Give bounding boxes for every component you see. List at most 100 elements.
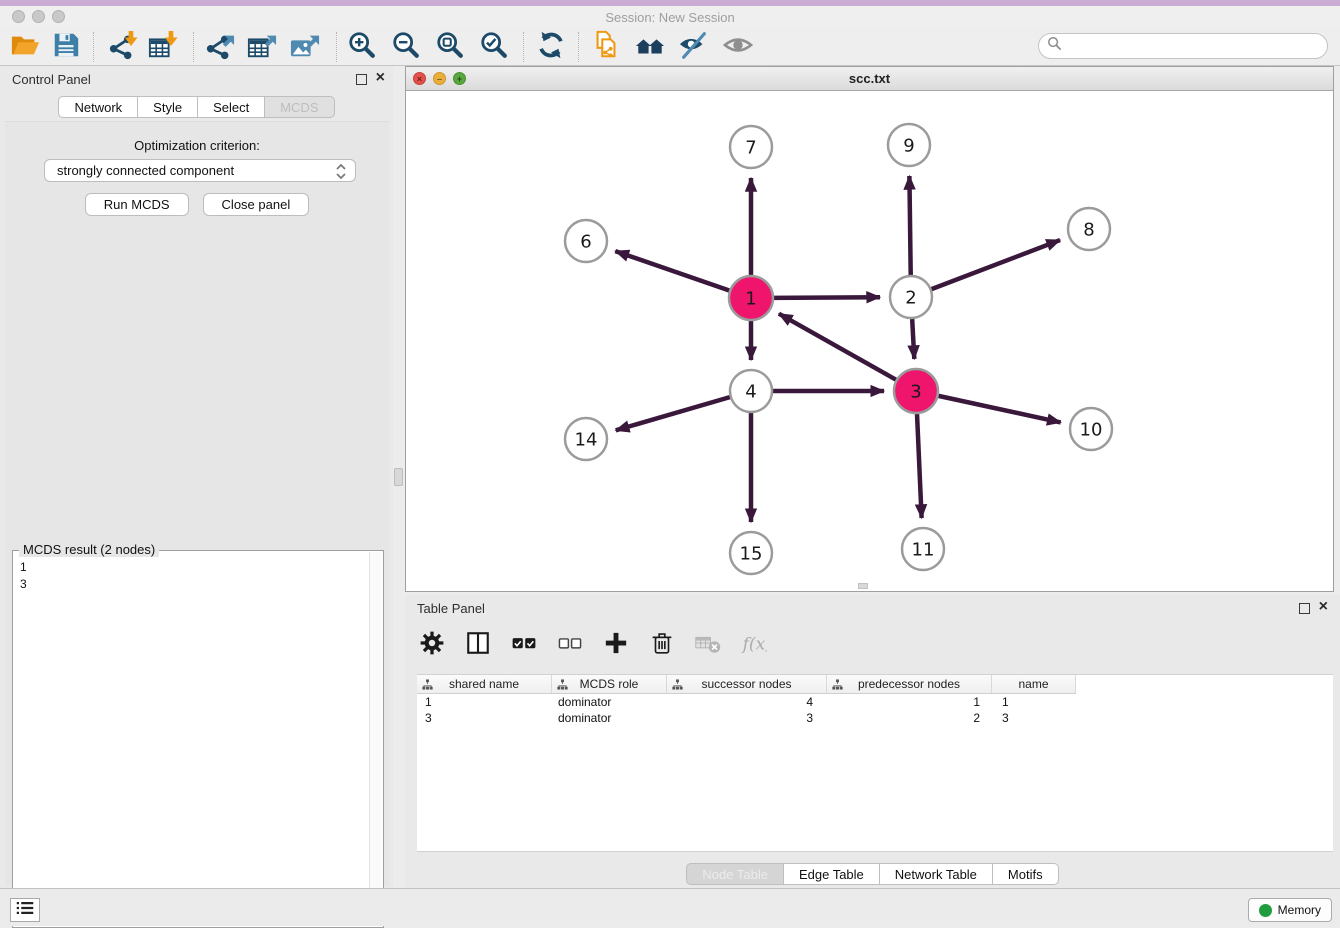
toolbar-separator (336, 32, 337, 62)
tab-network[interactable]: Network (58, 96, 138, 118)
save-session-button[interactable] (47, 31, 85, 63)
table-cell[interactable]: 1 (827, 694, 992, 710)
zoom-in-button[interactable] (343, 31, 381, 63)
memory-button[interactable]: Memory (1248, 898, 1332, 922)
table-cell[interactable]: dominator (552, 694, 667, 710)
graph-node-8[interactable]: 8 (1068, 208, 1110, 250)
first-neighbors-button[interactable] (631, 31, 669, 63)
graph-node-14[interactable]: 14 (565, 418, 607, 460)
show-all-icon (723, 30, 753, 65)
graph-edge-2-9[interactable] (909, 176, 910, 275)
column-header-predecessor-nodes[interactable]: predecessor nodes (827, 675, 992, 694)
tab-motifs[interactable]: Motifs (993, 863, 1059, 885)
zoom-out-button[interactable] (387, 31, 425, 63)
delete-row-button[interactable] (647, 630, 677, 660)
svg-text:4: 4 (745, 382, 756, 403)
hide-selected-button[interactable] (675, 31, 713, 63)
graph-node-7[interactable]: 7 (730, 126, 772, 168)
tab-network-table[interactable]: Network Table (880, 863, 993, 885)
import-network-button[interactable] (104, 31, 142, 63)
table-cell[interactable]: 3 (667, 710, 827, 726)
graph-node-15[interactable]: 15 (730, 532, 772, 574)
close-panel-button[interactable]: Close panel (203, 193, 310, 216)
column-header-name[interactable]: name (992, 675, 1076, 694)
table-cell[interactable]: 3 (992, 710, 1076, 726)
first-neighbors-icon (635, 30, 665, 65)
svg-text:14: 14 (575, 430, 598, 451)
graph-node-4[interactable]: 4 (730, 370, 772, 412)
column-header-MCDS-role[interactable]: MCDS role (552, 675, 667, 694)
task-history-button[interactable] (10, 898, 40, 922)
import-table-button[interactable] (144, 31, 182, 63)
tab-node-table[interactable]: Node Table (686, 863, 784, 885)
table-cell[interactable]: 2 (827, 710, 992, 726)
search-input[interactable] (1066, 39, 1316, 54)
graph-edge-1-2[interactable] (774, 297, 880, 298)
export-image-icon (290, 30, 320, 65)
graph-node-3[interactable]: 3 (894, 369, 938, 413)
network-hscroll-thumb[interactable] (858, 583, 868, 589)
graph-edge-4-14[interactable] (616, 397, 730, 430)
control-panel-title: Control Panel (12, 72, 91, 87)
control-panel-header: Control Panel × (0, 66, 393, 94)
tab-mcds[interactable]: MCDS (265, 96, 334, 118)
graph-node-10[interactable]: 10 (1070, 408, 1112, 450)
float-table-panel-icon[interactable] (1299, 603, 1310, 614)
graph-edge-3-11[interactable] (917, 414, 922, 518)
table-cell[interactable]: 3 (417, 710, 552, 726)
export-image-button[interactable] (286, 31, 324, 63)
table-cell[interactable]: 4 (667, 694, 827, 710)
column-header-shared-name[interactable]: shared name (417, 675, 552, 694)
deselect-all-button[interactable] (555, 630, 585, 660)
list-icon (16, 901, 34, 920)
tab-select[interactable]: Select (198, 96, 265, 118)
zoom-fit-icon (435, 30, 465, 65)
add-row-button[interactable] (601, 630, 631, 660)
zoom-selected-button[interactable] (475, 31, 513, 63)
graph-edge-1-6[interactable] (615, 251, 729, 290)
table-row[interactable]: 3dominator323 (417, 710, 1333, 726)
optimization-select[interactable]: strongly connected component (44, 159, 356, 182)
network-canvas[interactable]: 7 9 6 8 1 2 4 3 14 10 15 11 (406, 91, 1333, 591)
graph-edge-3-10[interactable] (938, 396, 1060, 423)
graph-node-1[interactable]: 1 (729, 276, 773, 320)
float-panel-icon[interactable] (356, 74, 367, 85)
table-cell[interactable]: dominator (552, 710, 667, 726)
network-window-titlebar[interactable]: × – + scc.txt (406, 67, 1333, 91)
close-panel-icon[interactable]: × (376, 69, 385, 87)
search-box[interactable] (1038, 33, 1328, 59)
run-mcds-button[interactable]: Run MCDS (85, 193, 189, 216)
tab-edge-table[interactable]: Edge Table (784, 863, 880, 885)
export-table-button[interactable] (243, 31, 281, 63)
export-network-button[interactable] (201, 31, 239, 63)
graph-node-6[interactable]: 6 (565, 220, 607, 262)
refresh-view-button[interactable] (532, 31, 570, 63)
columns-button[interactable] (463, 630, 493, 660)
graph-node-9[interactable]: 9 (888, 124, 930, 166)
tab-style[interactable]: Style (138, 96, 198, 118)
gear-button[interactable] (417, 630, 447, 660)
panel-splitter-handle[interactable] (394, 468, 403, 486)
column-header-successor-nodes[interactable]: successor nodes (667, 675, 827, 694)
svg-text:3: 3 (910, 382, 921, 403)
mcds-pane: Optimization criterion: strongly connect… (5, 121, 389, 886)
select-all-icon (511, 630, 537, 661)
select-all-button[interactable] (509, 630, 539, 660)
result-scrollbar[interactable] (369, 552, 382, 926)
app-title: Session: New Session (0, 10, 1340, 25)
zoom-fit-button[interactable] (431, 31, 469, 63)
table-cell[interactable]: 1 (992, 694, 1076, 710)
graph-node-2[interactable]: 2 (890, 276, 932, 318)
export-table-icon (247, 30, 277, 65)
graph-node-11[interactable]: 11 (902, 528, 944, 570)
close-table-panel-icon[interactable]: × (1319, 598, 1328, 616)
hierarchy-icon (422, 679, 433, 693)
graph-edge-2-3[interactable] (912, 319, 914, 359)
table-row[interactable]: 1dominator411 (417, 694, 1333, 710)
table-cell[interactable]: 1 (417, 694, 552, 710)
duplicate-network-button[interactable] (587, 31, 625, 63)
hide-selected-icon (679, 30, 709, 65)
open-session-button[interactable] (6, 31, 44, 63)
graph-edge-2-8[interactable] (932, 240, 1060, 289)
graph-edge-3-1[interactable] (779, 314, 896, 380)
